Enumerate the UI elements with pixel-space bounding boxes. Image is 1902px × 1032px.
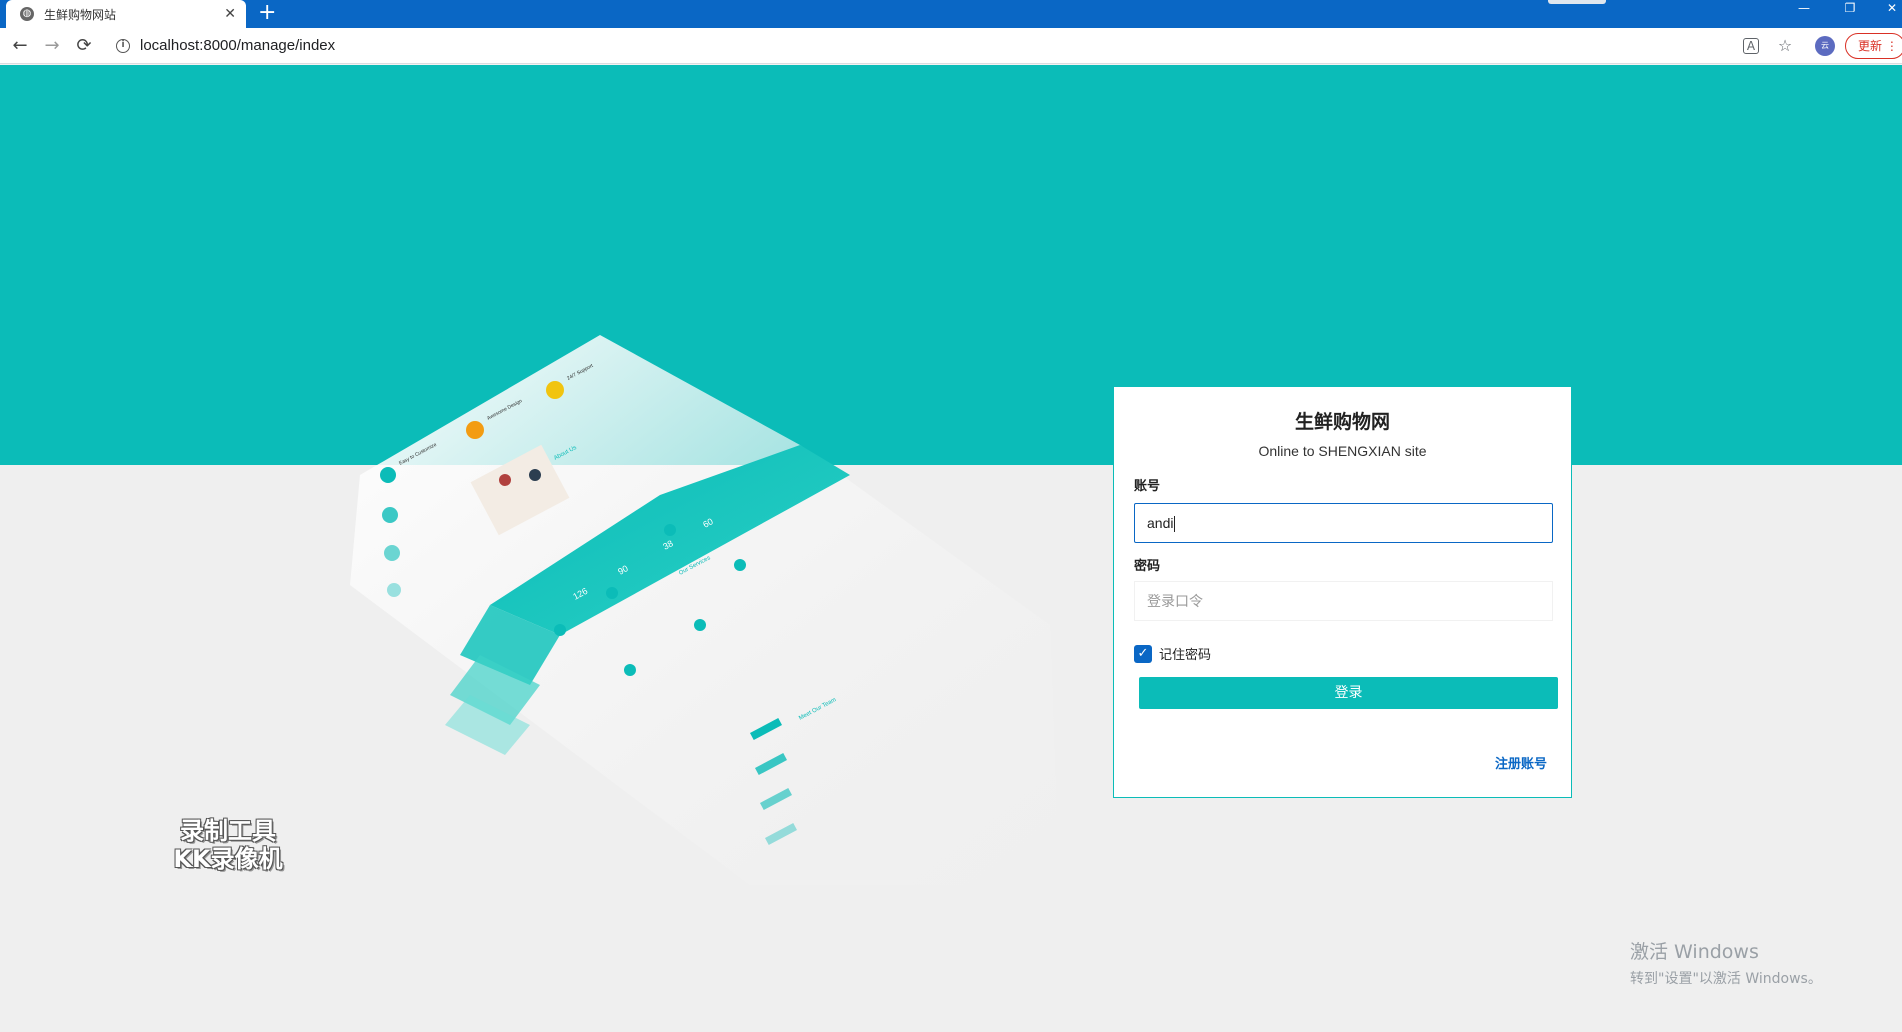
browser-toolbar: ← → ⟳ i localhost:8000/manage/index A ☆ …	[0, 28, 1902, 64]
activate-subtitle: 转到"设置"以激活 Windows。	[1630, 971, 1822, 987]
back-icon[interactable]: ←	[8, 34, 32, 58]
username-value: andi	[1147, 515, 1174, 531]
globe-icon: ◍	[20, 7, 34, 21]
minimize-button[interactable]: —	[1790, 0, 1818, 18]
forward-icon[interactable]: →	[40, 34, 64, 58]
register-link[interactable]: 注册账号	[1495, 753, 1547, 772]
site-info-icon[interactable]: i	[116, 39, 130, 53]
window-drag-handle[interactable]	[1548, 0, 1606, 4]
profile-avatar[interactable]: 云	[1815, 36, 1835, 56]
recorder-line-1: 录制工具	[180, 817, 276, 845]
reload-icon[interactable]: ⟳	[72, 34, 96, 58]
recorder-line-2: KK录像机	[173, 845, 283, 873]
windows-activation-watermark: 激活 Windows 转到"设置"以激活 Windows。	[1630, 937, 1822, 988]
page-viewport: 126 90 38 60 About Us Our Services Meet …	[0, 65, 1902, 1032]
close-window-button[interactable]: ✕	[1878, 0, 1902, 18]
update-button[interactable]: 更新 ⋮	[1845, 33, 1902, 59]
translate-icon[interactable]: A	[1743, 38, 1759, 54]
browser-titlebar: ◍ 生鲜购物网站 ✕ + — ❐ ✕	[0, 0, 1902, 28]
login-card: 生鲜购物网 Online to SHENGXIAN site 账号 andi 密…	[1113, 386, 1572, 798]
login-button[interactable]: 登录	[1139, 677, 1558, 709]
username-input[interactable]: andi	[1134, 503, 1553, 543]
isometric-website-illustration: 126 90 38 60 About Us Our Services Meet …	[350, 335, 1060, 885]
bookmark-star-icon[interactable]: ☆	[1775, 36, 1795, 56]
remember-password-checkbox[interactable]: ✓ 记住密码	[1134, 644, 1211, 663]
tab-close-icon[interactable]: ✕	[224, 6, 236, 22]
activate-title: 激活 Windows	[1630, 941, 1759, 963]
login-title: 生鲜购物网	[1294, 411, 1390, 433]
password-input[interactable]: 登录口令	[1134, 581, 1553, 621]
recorder-watermark: 录制工具 KK录像机	[158, 817, 298, 873]
maximize-button[interactable]: ❐	[1836, 0, 1864, 18]
address-bar[interactable]: localhost:8000/manage/index	[140, 37, 335, 54]
password-label: 密码	[1134, 559, 1161, 574]
text-cursor	[1174, 516, 1176, 533]
checkmark-icon[interactable]: ✓	[1134, 644, 1152, 663]
username-label: 账号	[1134, 479, 1161, 494]
new-tab-button[interactable]: +	[258, 2, 276, 24]
tab-title: 生鲜购物网站	[44, 7, 117, 22]
browser-tab[interactable]: ◍ 生鲜购物网站 ✕	[6, 0, 246, 28]
login-subtitle: Online to SHENGXIAN site	[1258, 443, 1427, 459]
remember-password-label: 记住密码	[1159, 648, 1212, 663]
